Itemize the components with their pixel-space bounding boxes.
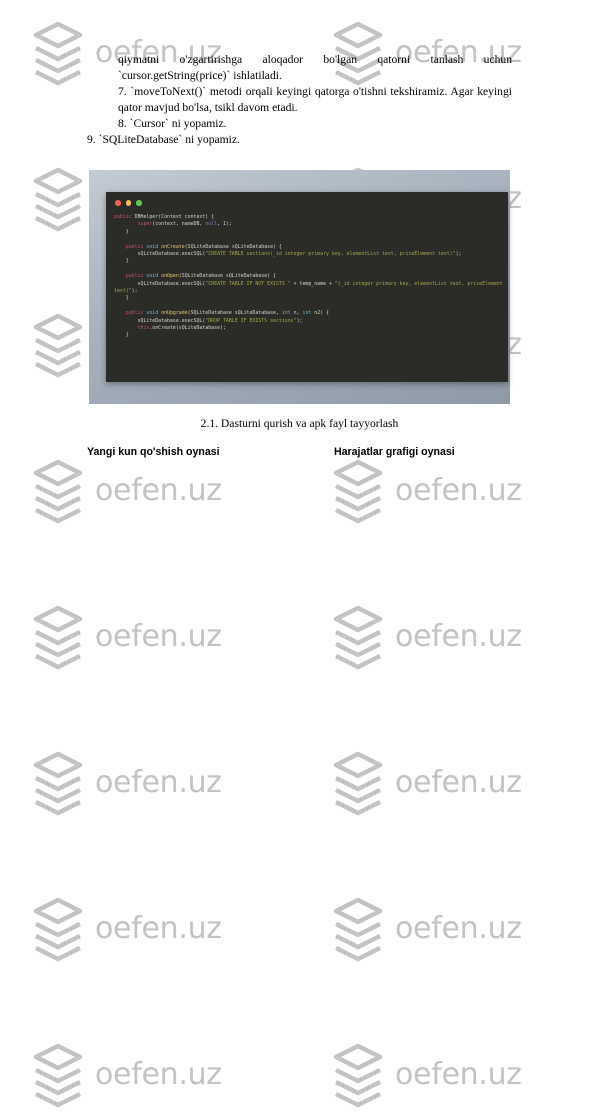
code-token: n2) { [311,310,330,317]
code-line: } [114,295,504,302]
code-content: public DBHelper(Context context) { super… [114,214,504,340]
watermark-item: oefen.uz [30,894,222,964]
paragraph-4: 9. `SQLiteDatabase` ni yopamiz. [87,133,240,147]
code-line: this.onCreate(sQLiteDatabase); [114,325,504,332]
stacked-layers-icon [30,1040,86,1110]
code-token: (SQLiteDatabase sQLiteDatabase) { [178,273,276,280]
code-line: } [114,258,504,265]
body-text-block: qiymatni o'zgartirishga aloqador bo'lgan… [87,52,512,149]
code-token: (SQLiteDatabase sQLiteDatabase, [187,310,282,317]
code-token: .onCreate(sQLiteDatabase); [149,325,226,332]
paragraph-3: 8. `Cursor` ni yopamiz. [118,117,227,131]
watermark-item: oefen.uz [30,1040,222,1110]
code-token: public [125,310,147,317]
code-token: } [114,295,129,302]
heading-harajatlar-grafigi-oynasi: Harajatlar grafigi oynasi [334,446,455,458]
paragraph-2: 7. `moveToNext()` metodi orqali keyingi … [118,85,512,115]
code-line: sQLiteDatabase.execSQL("CREATE TABLE IF … [114,281,504,296]
code-token: "CREATE TABLE sections(_id integer prima… [205,251,456,258]
code-token: public [125,273,147,280]
maximize-icon[interactable] [136,200,142,206]
watermark-item: oefen.uz [330,894,522,964]
code-token: ); [131,288,138,295]
code-line: super(context, nameDB, null, 1); [114,221,504,228]
code-line: sQLiteDatabase.execSQL("DROP TABLE IF EX… [114,318,504,325]
code-line: public void onUpgrade(SQLiteDatabase sQL… [114,310,504,317]
code-token: sQLiteDatabase.execSQL( [114,317,206,324]
code-token: "DROP TABLE IF EXISTS sections" [205,317,297,324]
code-token: onOpen [161,273,179,280]
watermark-text: oefen.uz [95,911,222,946]
code-editor-window: public DBHelper(Context context) { super… [106,192,508,382]
code-line: } [114,229,504,236]
code-line: public void onOpen(SQLiteDatabase sQLite… [114,273,504,280]
code-token: } [114,332,129,339]
code-token: super [137,221,153,228]
code-token: sQLiteDatabase.execSQL( [114,280,206,287]
figure-caption: 2.1. Dasturni qurish va apk fayl tayyorl… [200,417,399,430]
code-token: int [281,310,291,317]
document-page: qiymatni o'zgartirishga aloqador bo'lgan… [0,0,595,842]
watermark-item: oefen.uz [330,1040,522,1110]
code-token: ); [296,317,303,324]
code-token: onCreate [161,243,185,250]
minimize-icon[interactable] [125,200,131,206]
code-token: n, [290,310,303,317]
code-screenshot-figure: public DBHelper(Context context) { super… [89,170,510,404]
stacked-layers-icon [330,1040,386,1110]
code-token: sQLiteDatabase.execSQL( [114,251,206,258]
code-line: sQLiteDatabase.execSQL("CREATE TABLE sec… [114,251,504,258]
watermark-text: oefen.uz [395,1057,522,1092]
code-line: public void onCreate(SQLiteDatabase sQLi… [114,244,504,251]
code-token: onUpgrade [161,310,188,317]
code-line: public DBHelper(Context context) { [114,214,504,221]
window-controls [115,200,142,206]
code-token: } [114,228,129,235]
code-token: + temp_name + [290,280,335,287]
code-token: void [146,243,162,250]
code-token: this [137,325,150,332]
paragraph-1: qiymatni o'zgartirishga aloqador bo'lgan… [118,53,512,83]
code-token: (context, nameDB, [152,221,206,228]
watermark-text: oefen.uz [95,1057,222,1092]
stacked-layers-icon [30,894,86,964]
code-line: } [114,332,504,339]
stacked-layers-icon [330,894,386,964]
code-token: (SQLiteDatabase sQLiteDatabase) { [184,243,282,250]
code-token: DBHelper(Context context) { [134,214,215,220]
code-token: public [114,214,135,220]
code-token: public [125,243,147,250]
code-token: } [114,258,129,265]
code-token: ); [455,251,462,258]
close-icon[interactable] [115,200,121,206]
code-token: void [146,273,162,280]
watermark-text: oefen.uz [395,911,522,946]
code-token: null [205,221,218,228]
heading-yangi-kun-qoshish-oynasi: Yangi kun qo'shish oynasi [87,446,220,458]
code-token: , 1); [217,221,232,228]
code-token: void [146,310,162,317]
code-token: "CREATE TABLE IF NOT EXISTS " [205,280,291,287]
